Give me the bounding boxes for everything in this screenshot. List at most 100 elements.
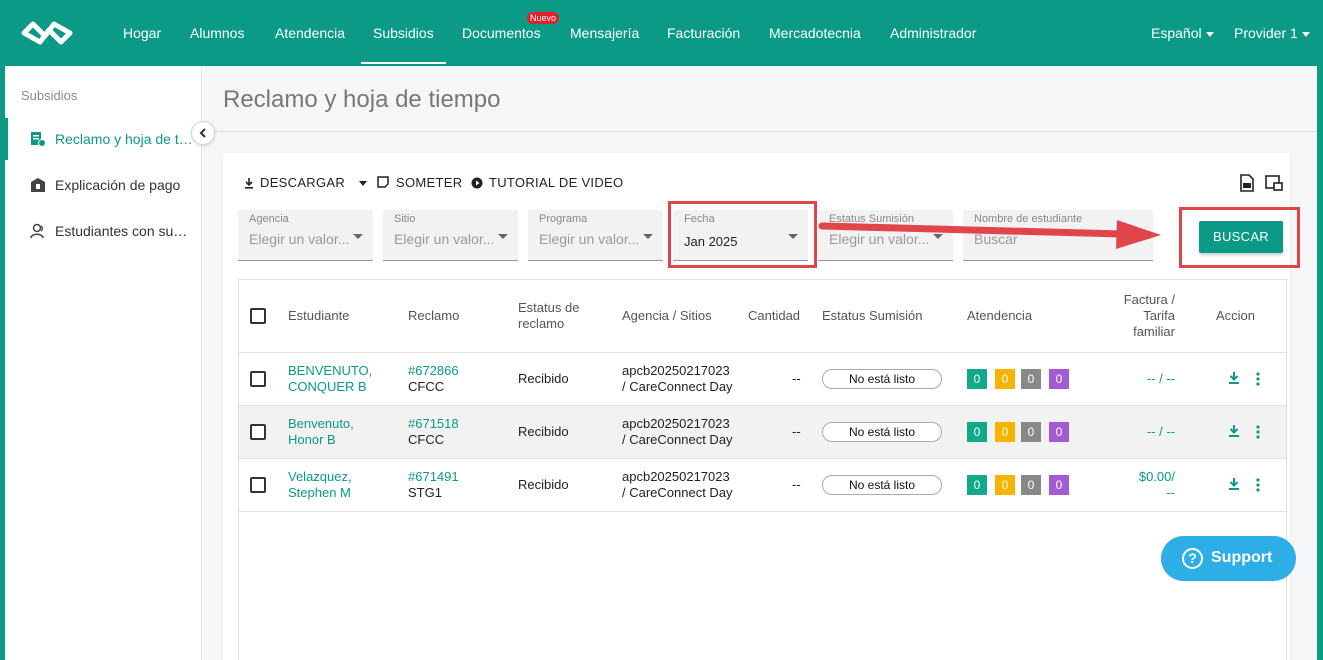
attendance-count: 0 [967, 422, 987, 442]
nav-facturacion[interactable]: Facturación [667, 0, 740, 66]
download-icon [245, 178, 253, 189]
attendance-count: 0 [1021, 422, 1041, 442]
attendance-count: 0 [1021, 475, 1041, 495]
claim-id-link[interactable]: #671518 [408, 416, 459, 431]
nav-mensajeria[interactable]: Mensajería [570, 0, 639, 66]
submission-status-badge: No está listo [822, 422, 942, 442]
attendance-count: 0 [967, 369, 987, 389]
student-line: Honor B [288, 432, 336, 447]
submit-note-icon [377, 176, 389, 188]
claim-type: CFCC [408, 379, 445, 394]
nav-mercadotecnia[interactable]: Mercadotecnia [769, 0, 861, 66]
header-amount[interactable]: Cantidad [748, 308, 800, 324]
agency-line: apcb20250217023 [622, 363, 730, 378]
row-download-icon[interactable] [1228, 371, 1240, 385]
nav-documentos[interactable]: Documentos [462, 0, 541, 66]
user-menu-dropdown[interactable]: Provider 1 [1234, 0, 1310, 66]
chevron-down-icon [1205, 31, 1214, 37]
student-name-link[interactable]: Velazquez, Stephen M [288, 469, 352, 501]
student-line: BENVENUTO, [288, 363, 373, 378]
download-label: DESCARGAR [260, 175, 346, 190]
nav-atendencia[interactable]: Atendencia [275, 0, 345, 66]
agency-line: apcb20250217023 [622, 416, 730, 431]
title-divider [203, 131, 1317, 132]
header-submission-status[interactable]: Estatus Sumisión [822, 308, 922, 324]
language-dropdown[interactable]: Español [1151, 0, 1214, 66]
row-download-icon[interactable] [1228, 424, 1240, 438]
attendance-count: 0 [995, 369, 1015, 389]
student-name-link[interactable]: Benvenuto, Honor B [288, 416, 354, 448]
invoice-fee[interactable]: -- / -- [1109, 424, 1175, 440]
header-line: Factura / [1123, 292, 1175, 307]
video-tutorial-button[interactable]: TUTORIAL DE VIDEO [471, 175, 623, 190]
dropdown-arrow-icon [353, 234, 363, 239]
download-dropdown-button[interactable]: DESCARGAR [244, 175, 367, 190]
dropdown-arrow-icon [643, 234, 653, 239]
invoice-fee[interactable]: $0.00/-- [1109, 469, 1175, 501]
header-invoice[interactable]: Factura / Tarifa familiar [1109, 292, 1175, 340]
claim-status: Recibido [518, 371, 569, 386]
amount: -- [792, 424, 801, 439]
row-download-icon[interactable] [1228, 477, 1240, 491]
attendance-count: 0 [1021, 369, 1041, 389]
attendance-count: 0 [1049, 369, 1069, 389]
header-action: Accion [1216, 308, 1256, 323]
sidebar-item-reclamo[interactable]: Reclamo y hoja de tiempo [5, 118, 202, 160]
invoice-line: $0.00/ [1138, 469, 1175, 484]
header-line: familiar [1133, 324, 1175, 339]
support-button[interactable]: ? Support [1161, 536, 1296, 581]
more-actions-icon[interactable] [1256, 372, 1260, 386]
chevron-left-icon [199, 128, 206, 138]
header-claim[interactable]: Reclamo [408, 308, 459, 324]
agency-line: / CareConnect Day [622, 432, 733, 447]
sidebar-collapse-button[interactable] [191, 121, 215, 145]
header-attendance[interactable]: Atendencia [967, 308, 1032, 324]
attendance-count: 0 [967, 475, 987, 495]
app-logo-icon[interactable] [16, 18, 78, 48]
agency-select[interactable]: Agencia Elegir un valor... [238, 210, 373, 261]
export-sheet-icon[interactable] [1265, 175, 1283, 191]
app-frame: Subsidios Reclamo y hoja de tiempo Expli… [5, 66, 1317, 660]
new-badge: Nuevo [527, 12, 560, 24]
attendance-count: 0 [1049, 475, 1069, 495]
site-select[interactable]: Sitio Elegir un valor... [383, 210, 518, 261]
row-checkbox[interactable] [250, 371, 266, 387]
nav-subsidios[interactable]: Subsidios [361, 0, 446, 66]
submission-status-badge: No está listo [822, 369, 942, 389]
claim-document-icon [31, 132, 46, 147]
agency-line: / CareConnect Day [622, 485, 733, 500]
page-title: Reclamo y hoja de tiempo [223, 86, 501, 113]
program-select[interactable]: Programa Elegir un valor... [528, 210, 663, 261]
select-all-checkbox[interactable] [250, 308, 266, 324]
submit-button[interactable]: SOMETER [376, 175, 462, 190]
more-actions-icon[interactable] [1256, 425, 1260, 439]
submission-status-badge: No está listo [822, 475, 942, 495]
claim-id-link[interactable]: #671491 [408, 469, 459, 484]
program-placeholder: Elegir un valor... [539, 231, 640, 247]
claim-type: CFCC [408, 432, 445, 447]
nav-hogar[interactable]: Hogar [123, 0, 161, 66]
attendance-count: 0 [995, 475, 1015, 495]
claims-table: Estudiante Reclamo Estatus de reclamo Age… [238, 279, 1287, 660]
table-row: BENVENUTO, CONQUER B #672866 CFCC Recibido… [239, 352, 1286, 405]
student-name-link[interactable]: BENVENUTO, CONQUER B [288, 363, 372, 395]
header-student[interactable]: Estudiante [288, 308, 349, 324]
claim-id-link[interactable]: #672866 [408, 363, 459, 378]
more-actions-icon[interactable] [1256, 478, 1260, 492]
agency-sites: apcb20250217023/ CareConnect Day [622, 363, 733, 395]
table-row: Benvenuto, Honor B #671518 CFCC Recibido a… [239, 405, 1286, 458]
invoice-fee[interactable]: -- / -- [1109, 371, 1175, 387]
header-agency-sites[interactable]: Agencia / Sitios [622, 308, 712, 324]
export-pdf-icon[interactable] [1239, 174, 1255, 192]
sidebar-item-explicacion[interactable]: Explicación de pago [5, 164, 202, 206]
row-checkbox[interactable] [250, 477, 266, 493]
nav-administrador[interactable]: Administrador [890, 0, 976, 66]
site-label: Sitio [394, 213, 416, 225]
table-row: Velazquez, Stephen M #671491 STG1 Recibido… [239, 458, 1286, 511]
claim-status: Recibido [518, 424, 569, 439]
header-claim-status[interactable]: Estatus de reclamo [518, 300, 579, 332]
nav-alumnos[interactable]: Alumnos [190, 0, 244, 66]
sidebar-item-estudiantes[interactable]: Estudiantes con subsidio [5, 210, 202, 252]
sidebar-item-label: Reclamo y hoja de tiempo [55, 131, 195, 147]
row-checkbox[interactable] [250, 424, 266, 440]
